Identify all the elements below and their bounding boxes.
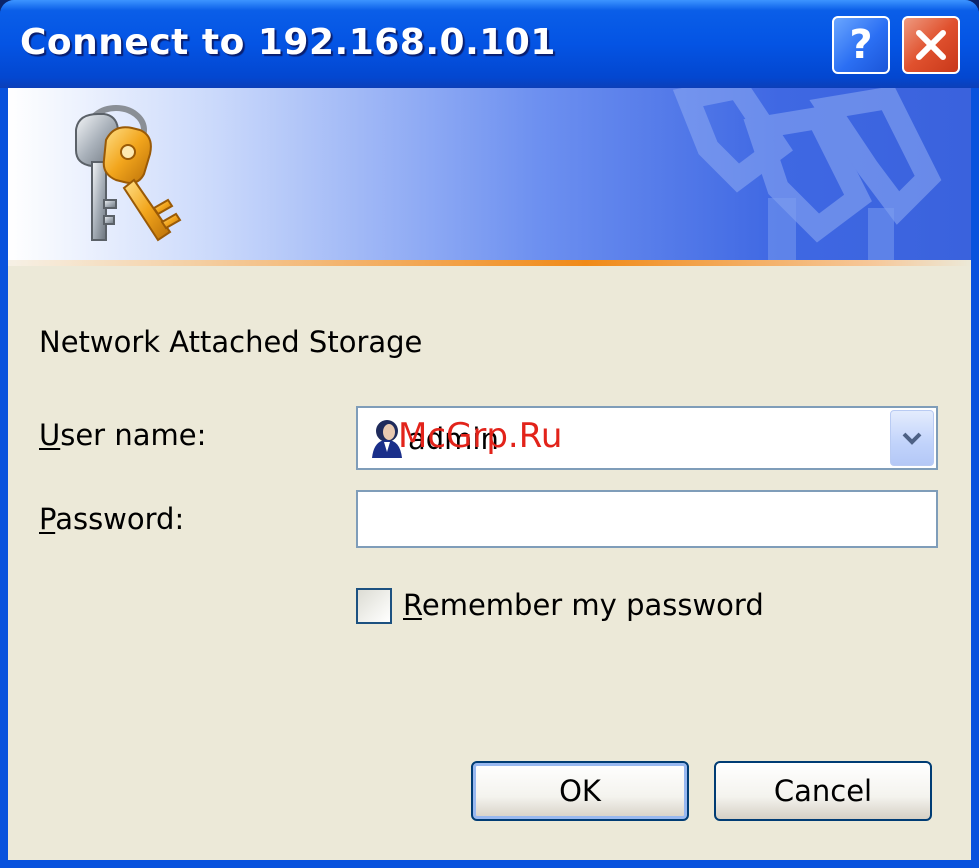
cancel-button[interactable]: Cancel (714, 761, 932, 821)
site-watermark: McGrp.Ru (398, 416, 563, 456)
password-label: Password: (39, 502, 185, 536)
remember-password-checkbox[interactable] (356, 588, 392, 624)
close-icon (916, 30, 946, 60)
chevron-down-icon (902, 432, 922, 445)
keys-watermark-icon (672, 88, 942, 260)
password-field[interactable] (356, 490, 938, 548)
dialog-body: Network Attached Storage User name: admi… (8, 88, 971, 860)
banner-divider (8, 260, 971, 266)
help-button[interactable]: ? (832, 16, 890, 74)
banner (8, 88, 971, 260)
close-button[interactable] (902, 16, 960, 74)
realm-text: Network Attached Storage (39, 325, 423, 359)
ok-button[interactable]: OK (471, 761, 689, 821)
keys-icon (75, 105, 182, 242)
username-label: User name: (39, 418, 207, 452)
login-dialog: Connect to 192.168.0.101 ? Network Attac… (0, 0, 979, 868)
title-bar[interactable]: Connect to 192.168.0.101 ? (0, 0, 979, 88)
remember-password-label[interactable]: Remember my password (403, 588, 764, 622)
window-title: Connect to 192.168.0.101 (20, 22, 556, 63)
username-dropdown-button[interactable] (890, 410, 934, 466)
